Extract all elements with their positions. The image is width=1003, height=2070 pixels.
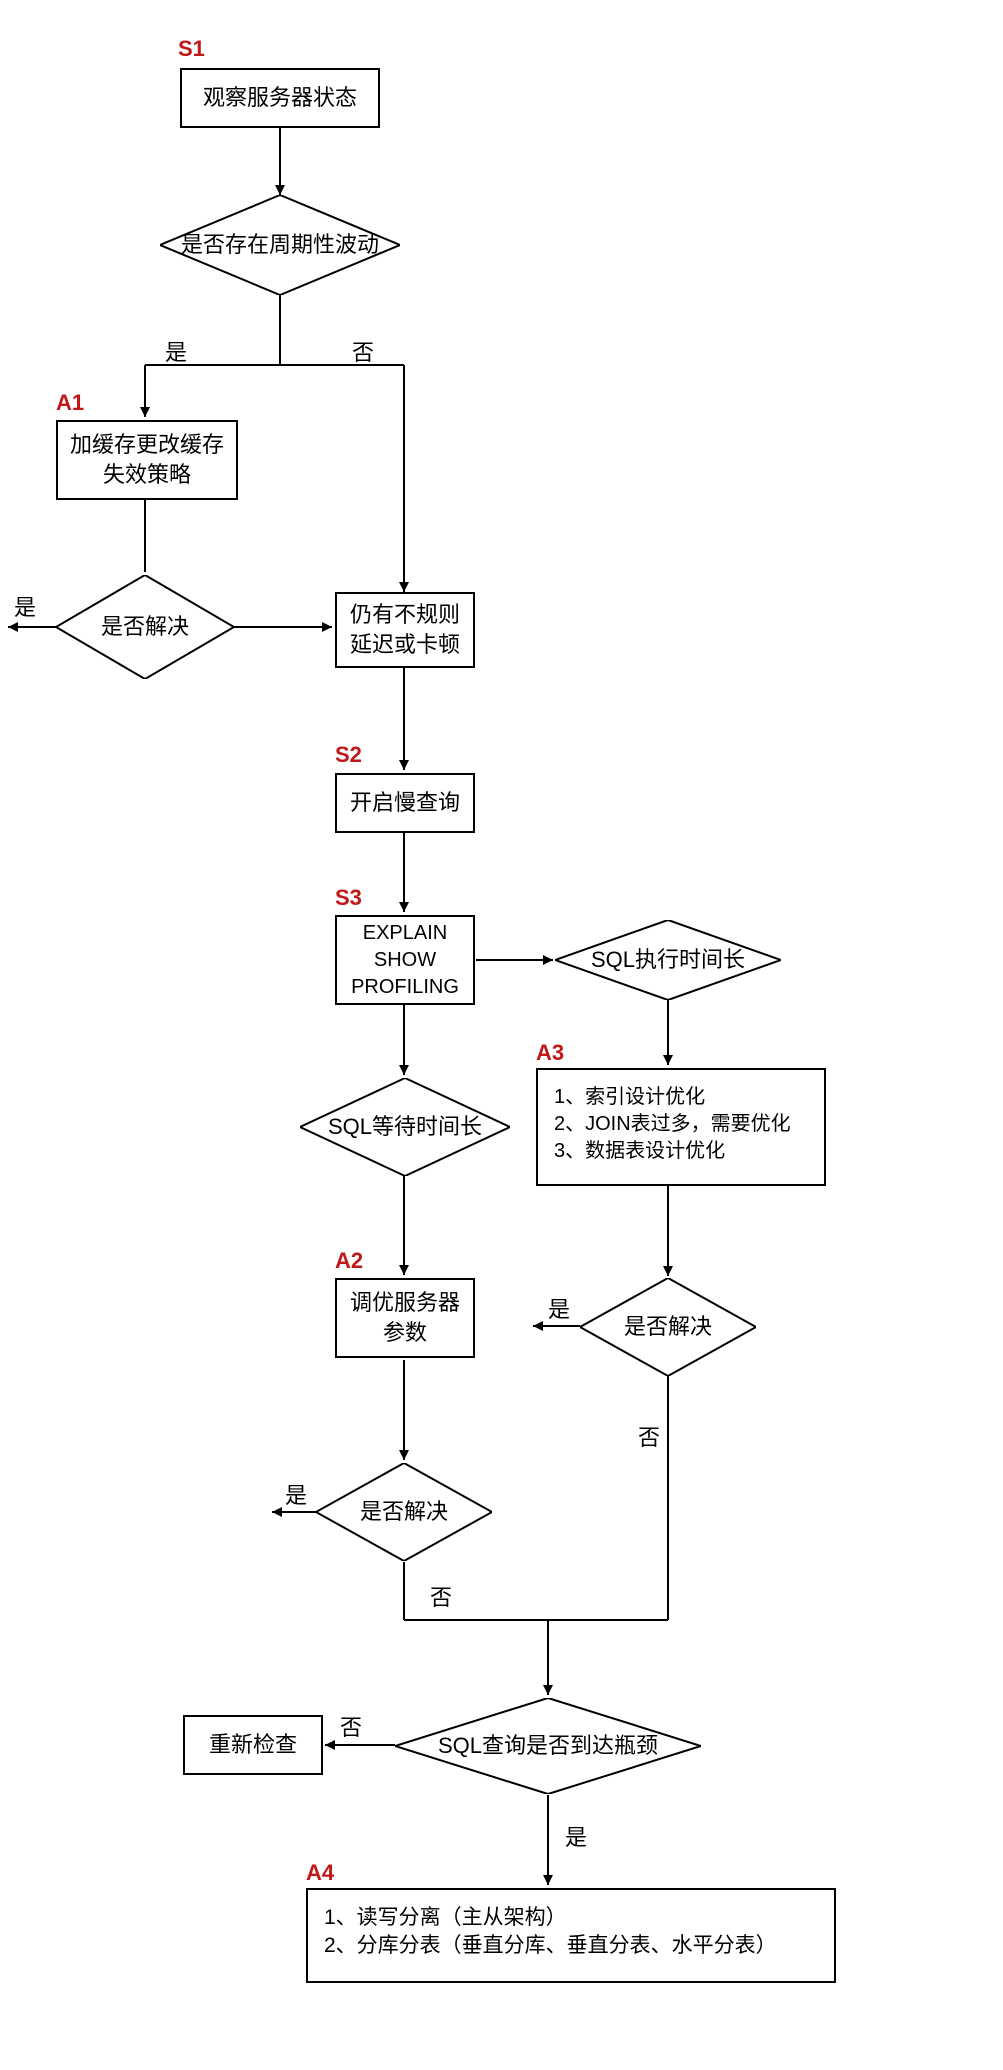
diamond-sqllong: SQL执行时间长 [555, 920, 781, 1000]
box-a4-text: 1、读写分离（主从架构） 2、分库分表（垂直分库、垂直分表、水平分表） [324, 1904, 777, 1961]
tag-a1: A1 [56, 390, 84, 416]
diamond-resolved2: 是否解决 [316, 1463, 492, 1561]
box-tuneserver: 调优服务器 参数 [335, 1278, 475, 1358]
box-observe-text: 观察服务器状态 [203, 83, 357, 113]
box-recheck: 重新检查 [183, 1715, 323, 1775]
diamond-periodic: 是否存在周期性波动 [160, 195, 400, 295]
diamond-waitlong: SQL等待时间长 [300, 1078, 510, 1176]
label-resolved3-no: 否 [638, 1420, 660, 1452]
box-slowquery-text: 开启慢查询 [350, 788, 460, 818]
tag-s1: S1 [178, 36, 205, 62]
diamond-resolved3: 是否解决 [580, 1278, 756, 1376]
box-irregular: 仍有不规则 延迟或卡顿 [335, 592, 475, 668]
box-cache-text: 加缓存更改缓存 失效策略 [70, 430, 224, 489]
label-bottleneck-no: 否 [340, 1710, 362, 1742]
label-periodic-no: 否 [352, 335, 374, 367]
diamond-resolved2-text: 是否解决 [354, 1498, 454, 1527]
box-irregular-text: 仍有不规则 延迟或卡顿 [350, 600, 460, 659]
box-tuneserver-text: 调优服务器 参数 [350, 1288, 460, 1347]
box-cache: 加缓存更改缓存 失效策略 [56, 420, 238, 500]
tag-a4: A4 [306, 1860, 334, 1886]
box-explain: EXPLAIN SHOW PROFILING [335, 915, 475, 1005]
diamond-resolved3-text: 是否解决 [618, 1313, 718, 1342]
label-periodic-yes: 是 [165, 335, 187, 367]
diamond-resolved1-text: 是否解决 [95, 613, 195, 642]
tag-s3: S3 [335, 885, 362, 911]
diamond-sqllong-text: SQL执行时间长 [585, 946, 751, 975]
label-bottleneck-yes: 是 [565, 1820, 587, 1852]
label-resolved2-yes: 是 [285, 1478, 307, 1510]
diamond-periodic-text: 是否存在周期性波动 [175, 231, 385, 260]
box-observe: 观察服务器状态 [180, 68, 380, 128]
box-a3: 1、索引设计优化 2、JOIN表过多，需要优化 3、数据表设计优化 [536, 1068, 826, 1186]
diamond-bottleneck-text: SQL查询是否到达瓶颈 [432, 1732, 664, 1761]
box-a3-text: 1、索引设计优化 2、JOIN表过多，需要优化 3、数据表设计优化 [554, 1084, 791, 1165]
tag-s2: S2 [335, 742, 362, 768]
box-slowquery: 开启慢查询 [335, 773, 475, 833]
diamond-bottleneck: SQL查询是否到达瓶颈 [395, 1698, 701, 1794]
diamond-waitlong-text: SQL等待时间长 [322, 1113, 488, 1142]
box-a4: 1、读写分离（主从架构） 2、分库分表（垂直分库、垂直分表、水平分表） [306, 1888, 836, 1983]
box-recheck-text: 重新检查 [209, 1730, 297, 1760]
label-resolved1-yes: 是 [14, 590, 36, 622]
tag-a2: A2 [335, 1248, 363, 1274]
box-explain-text: EXPLAIN SHOW PROFILING [351, 920, 459, 1001]
label-resolved2-no: 否 [430, 1580, 452, 1612]
tag-a3: A3 [536, 1040, 564, 1066]
label-resolved3-yes: 是 [548, 1292, 570, 1324]
flowchart-canvas: S1 观察服务器状态 [0, 0, 1003, 2070]
diamond-resolved1: 是否解决 [56, 575, 234, 679]
